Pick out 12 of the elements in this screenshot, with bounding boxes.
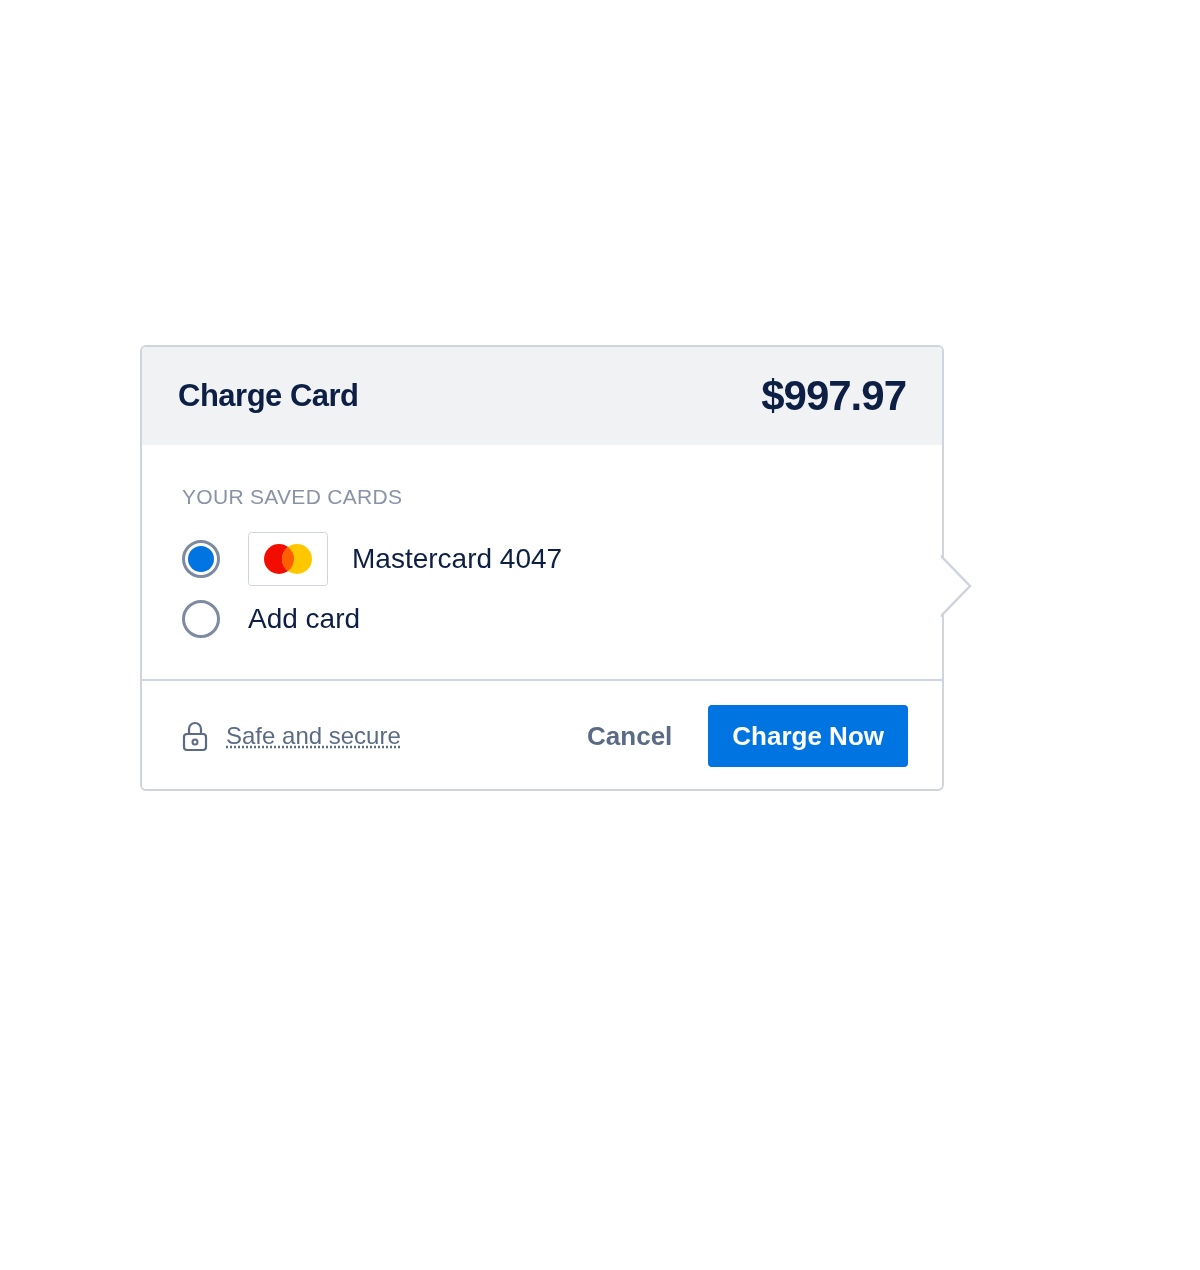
card-option-label[interactable]: Mastercard 4047	[352, 543, 563, 575]
charge-now-button[interactable]: Charge Now	[708, 705, 908, 767]
radio-button[interactable]	[182, 540, 220, 578]
popover-title: Charge Card	[178, 378, 359, 414]
add-card-label[interactable]: Add card	[248, 603, 361, 635]
section-label: YOUR SAVED CARDS	[182, 485, 404, 509]
card-logo-icon	[248, 532, 328, 586]
cancel-button[interactable]: Cancel	[575, 710, 685, 762]
charge-amount: $997.97	[761, 372, 906, 420]
safe-and-secure-link[interactable]: Safe and secure	[226, 722, 401, 750]
radio-button[interactable]	[182, 600, 220, 638]
lock-icon	[182, 720, 208, 752]
